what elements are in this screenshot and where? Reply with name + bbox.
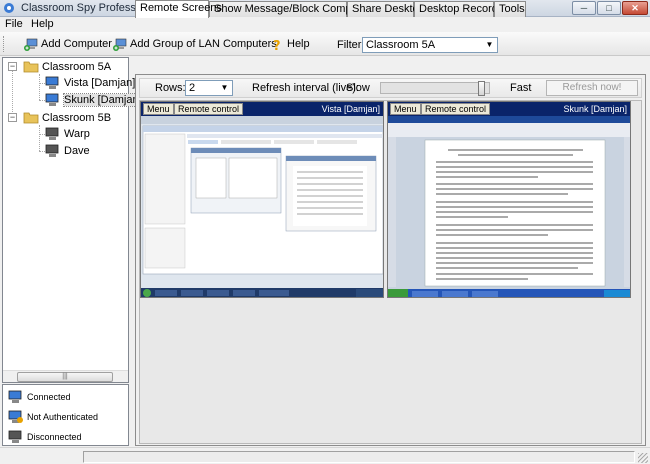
screens-toolbar: Rows: 2 ▼ Refresh interval (live): Slow …: [139, 78, 642, 98]
computer-label: Dave: [64, 145, 90, 157]
tab-show-message-block[interactable]: Show Message/Block Computers: [209, 1, 376, 17]
collapse-toggle[interactable]: −: [8, 113, 17, 122]
resize-grip[interactable]: [638, 453, 648, 463]
filter-select[interactable]: Classroom 5A ▼: [362, 37, 498, 53]
app-icon: [4, 3, 14, 13]
slider-thumb[interactable]: [478, 81, 485, 96]
add-computer-icon: [24, 38, 38, 51]
maximize-button[interactable]: □: [597, 1, 621, 15]
menu-help[interactable]: Help: [31, 18, 54, 30]
connected-computer-icon: [45, 93, 59, 106]
tree-line: [39, 125, 40, 151]
tree-computer-vista[interactable]: Vista [Damjan]: [45, 76, 135, 90]
menu-bar: File Help: [0, 17, 650, 32]
rows-select[interactable]: 2 ▼: [185, 80, 233, 96]
add-group-icon: [113, 38, 127, 51]
tab-share-desktop[interactable]: Share Desktop: [347, 1, 425, 17]
rows-label: Rows:: [155, 82, 186, 94]
screen-menu-button[interactable]: Menu: [143, 103, 174, 115]
legend-label: Disconnected: [27, 432, 82, 442]
refresh-interval-label: Refresh interval (live):: [252, 82, 359, 94]
folder-icon: [23, 112, 39, 124]
tree-line: [39, 74, 40, 100]
add-computer-label: Add Computer: [41, 38, 112, 50]
status-bar: [0, 447, 650, 464]
not-authenticated-computer-icon: [8, 410, 23, 423]
menu-file[interactable]: File: [5, 18, 23, 30]
disconnected-computer-icon: [45, 144, 59, 157]
legend-disconnected: Disconnected: [8, 430, 82, 444]
slow-label: Slow: [346, 82, 370, 94]
remote-screen-vista[interactable]: Menu Remote control Vista [Damjan]: [140, 101, 384, 298]
minimize-button[interactable]: ─: [572, 1, 596, 15]
chevron-down-icon: ▼: [220, 83, 229, 92]
legend-label: Not Authenticated: [27, 412, 99, 422]
legend-connected: Connected: [8, 390, 71, 404]
screen-computer-name: Vista [Damjan]: [321, 104, 380, 114]
svg-text:?: ?: [273, 39, 281, 51]
tree-horizontal-scrollbar[interactable]: |||: [3, 370, 128, 382]
group-label: Classroom 5B: [42, 111, 112, 124]
computer-tree[interactable]: − Classroom 5A Vista [Damjan] Skunk [Dam…: [2, 57, 143, 383]
tree-computer-dave[interactable]: Dave: [45, 144, 90, 158]
connected-computer-icon: [45, 76, 59, 89]
add-group-label: Add Group of LAN Computers: [130, 38, 277, 50]
fast-label: Fast: [510, 82, 532, 94]
help-icon: ?: [273, 39, 281, 51]
close-button[interactable]: ✕: [622, 1, 648, 15]
chevron-down-icon: ▼: [485, 40, 494, 49]
remote-control-button[interactable]: Remote control: [421, 103, 491, 115]
scrollbar-thumb[interactable]: |||: [17, 372, 113, 382]
refresh-interval-slider[interactable]: [380, 81, 490, 96]
tab-desktop-recorder[interactable]: Desktop Recorder: [414, 1, 508, 17]
screen-menu-button[interactable]: Menu: [390, 103, 421, 115]
tree-computer-warp[interactable]: Warp: [45, 127, 90, 141]
tree-group-classroom-5a[interactable]: Classroom 5A: [23, 60, 111, 73]
status-progress: [83, 451, 635, 463]
legend-not-authenticated: Not Authenticated: [8, 410, 98, 424]
remote-desktop-thumbnail-vista: [141, 116, 383, 297]
computer-label: Skunk [Damjan]: [63, 93, 143, 107]
add-computer-button[interactable]: Add Computer: [24, 36, 112, 52]
remote-desktop-thumbnail-skunk: [388, 116, 630, 297]
help-button[interactable]: ? Help: [270, 36, 310, 52]
computer-label: Warp: [64, 128, 90, 140]
refresh-now-button[interactable]: Refresh now!: [546, 80, 638, 96]
remote-control-button[interactable]: Remote control: [174, 103, 244, 115]
rows-value: 2: [189, 82, 196, 94]
help-label: Help: [287, 38, 310, 50]
disconnected-computer-icon: [8, 430, 22, 443]
screen-computer-name: Skunk [Damjan]: [563, 104, 627, 114]
filter-label: Filter:: [337, 39, 365, 51]
tree-computer-skunk[interactable]: Skunk [Damjan]: [45, 93, 143, 107]
add-group-button[interactable]: Add Group of LAN Computers: [113, 36, 277, 52]
toolbar-grip[interactable]: [3, 36, 6, 52]
folder-icon: [23, 61, 39, 73]
connected-computer-icon: [8, 390, 22, 403]
screen-header: Menu Remote control Vista [Damjan]: [141, 102, 383, 116]
tab-tools[interactable]: Tools: [494, 1, 526, 17]
remote-screen-skunk[interactable]: Menu Remote control Skunk [Damjan]: [387, 101, 631, 298]
collapse-toggle[interactable]: −: [8, 62, 17, 71]
toolbar: Add Computer Add Group of LAN Computers …: [0, 32, 650, 56]
computer-label: Vista [Damjan]: [64, 77, 136, 89]
legend-label: Connected: [27, 392, 71, 402]
filter-value: Classroom 5A: [366, 39, 436, 51]
disconnected-computer-icon: [45, 127, 59, 140]
status-legend: Connected Not Authenticated Disconnected: [2, 384, 129, 446]
group-label: Classroom 5A: [42, 60, 112, 73]
tab-remote-screens[interactable]: Remote Screens: [135, 0, 222, 18]
tree-group-classroom-5b[interactable]: Classroom 5B: [23, 111, 111, 124]
screen-header: Menu Remote control Skunk [Damjan]: [388, 102, 630, 116]
